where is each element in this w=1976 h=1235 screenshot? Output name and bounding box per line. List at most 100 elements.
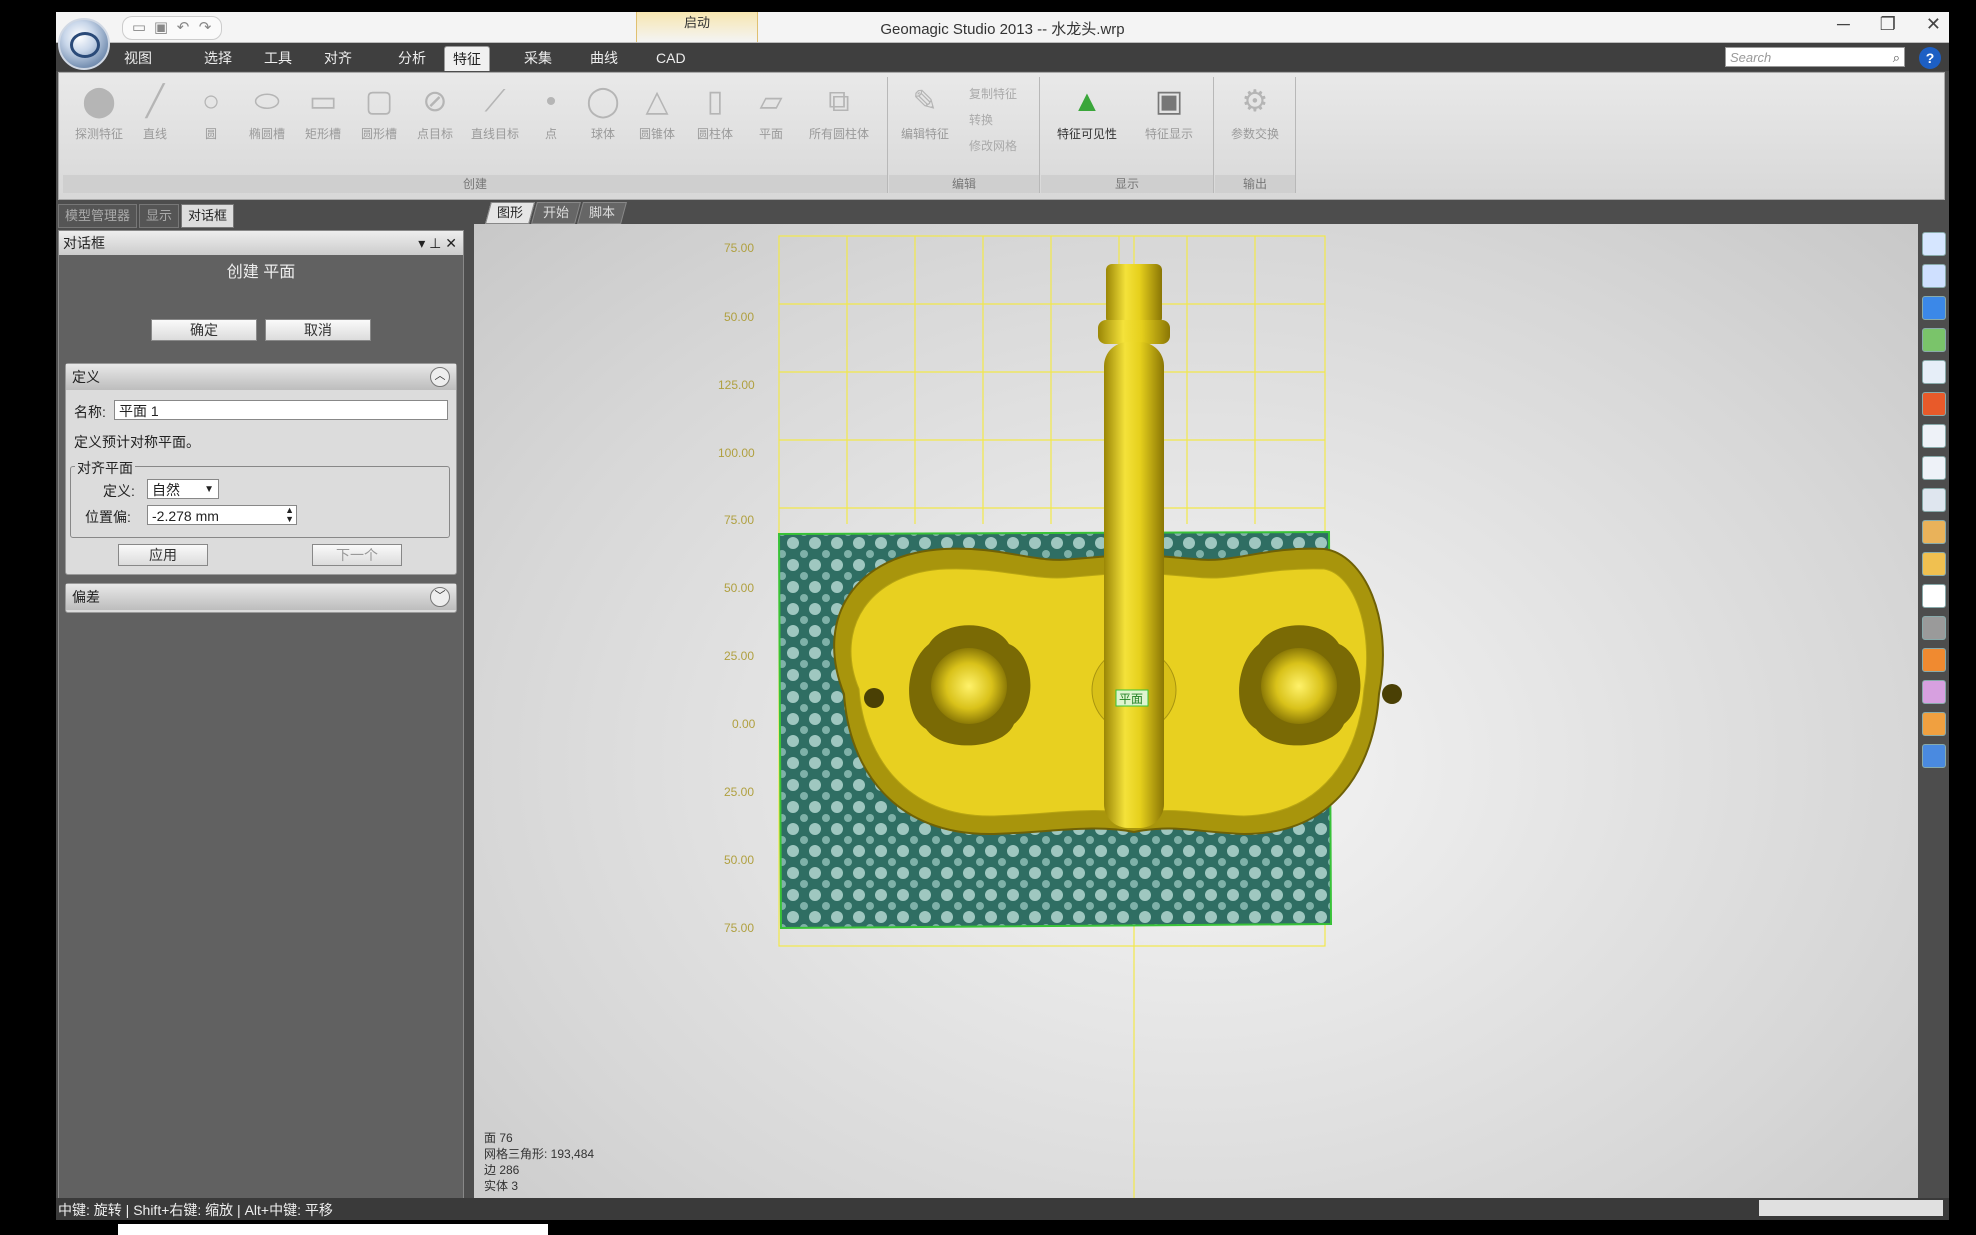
layer2-icon[interactable] <box>1922 680 1946 704</box>
stat-solids: 实体 3 <box>484 1179 519 1193</box>
offset-input[interactable]: -2.278 mm ▲ ▼ <box>147 505 297 525</box>
tab-model-manager[interactable]: 模型管理器 <box>58 204 138 228</box>
layer-icon[interactable] <box>1922 648 1946 672</box>
search-input[interactable]: Search ⌕ <box>1725 47 1905 67</box>
next-button[interactable]: 下一个 <box>312 544 402 566</box>
deviation-section: 偏差 ﹀ <box>65 583 457 613</box>
cancel-button[interactable]: 取消 <box>265 319 371 341</box>
axis-label: 50.00 <box>724 581 754 595</box>
pen-icon[interactable] <box>1922 488 1946 512</box>
tab-features[interactable]: 特征 <box>444 46 490 71</box>
search-icon[interactable]: ⌕ <box>1893 48 1900 68</box>
group-label-display: 显示 <box>1041 175 1213 193</box>
target-icon[interactable] <box>1922 392 1946 416</box>
panel-controls[interactable]: ▾ ⊥ ✕ <box>418 231 457 255</box>
point-button[interactable]: • 点 <box>523 85 579 142</box>
definition-section: 定义 ︿ 名称: 平面 1 定义预计对称平面。 对齐平面 定义: 自然 ▼ 位置… <box>65 363 457 575</box>
tab-display[interactable]: 显示 <box>139 204 180 228</box>
tab-tools[interactable]: 工具 <box>256 46 300 70</box>
offset-label: 位置偏: <box>85 509 131 525</box>
help-icon[interactable]: ? <box>1919 47 1941 69</box>
box-icon[interactable] <box>1922 296 1946 320</box>
axis-label: 100.00 <box>718 446 755 460</box>
cone-button[interactable]: △ 圆锥体 <box>629 85 685 142</box>
minimize-button[interactable]: ─ <box>1837 14 1850 35</box>
expand-icon[interactable]: ﹀ <box>430 587 450 607</box>
status-bar: 中键: 旋转 | Shift+右键: 缩放 | Alt+中键: 平移 <box>56 1198 1949 1220</box>
tab-start[interactable]: 开始 <box>531 202 581 224</box>
tab-align[interactable]: 对齐 <box>316 46 360 70</box>
panel-title: 对话框 <box>63 235 105 251</box>
modify-mesh-button[interactable]: 修改网格 <box>969 137 1017 154</box>
plane-feature-tag[interactable]: 平面 <box>1115 689 1149 707</box>
sphere-button[interactable]: ◯ 球体 <box>575 85 631 142</box>
view-icon[interactable] <box>1922 232 1946 256</box>
apply-button[interactable]: 应用 <box>118 544 208 566</box>
round-slot-button[interactable]: ▢ 圆形槽 <box>351 85 407 142</box>
3d-viewport[interactable]: 75.00 50.00 125.00 100.00 75.00 50.00 25… <box>474 224 1918 1202</box>
ribbon-group-output: ⚙ 参数交换 输出 <box>1215 77 1296 193</box>
all-cylinders-button[interactable]: ⧉ 所有圆柱体 <box>799 85 879 142</box>
convert-button[interactable]: 转换 <box>969 111 993 128</box>
feature-visibility-button[interactable]: ▲ 特征可见性 <box>1047 85 1127 142</box>
tab-view[interactable]: 视图 <box>116 46 160 70</box>
detect-features-button[interactable]: ⬤ 探测特征 <box>71 85 127 142</box>
ellipse-slot-button[interactable]: ⬭ 椭圆槽 <box>239 85 295 142</box>
feature-icon[interactable] <box>1922 328 1946 352</box>
group-label-create: 创建 <box>63 175 887 193</box>
viewport-tabs: 图形 开始 脚本 <box>485 202 627 224</box>
line-target-button[interactable]: ⟋ 直线目标 <box>467 85 523 142</box>
feature-display-button[interactable]: ▣ 特征显示 <box>1131 85 1207 142</box>
brush-icon[interactable] <box>1922 520 1946 544</box>
tab-cad[interactable]: CAD <box>648 46 694 70</box>
tab-capture[interactable]: 采集 <box>516 46 560 70</box>
lasso-icon[interactable] <box>1922 456 1946 480</box>
copy-feature-button[interactable]: 复制特征 <box>969 85 1017 102</box>
define-select[interactable]: 自然 ▼ <box>147 479 219 499</box>
point-target-button[interactable]: ⊘ 点目标 <box>407 85 463 142</box>
select-rect-icon[interactable] <box>1922 424 1946 448</box>
layer4-icon[interactable] <box>1922 744 1946 768</box>
tab-script[interactable]: 脚本 <box>577 202 627 224</box>
axis-labels: 75.00 50.00 125.00 100.00 75.00 50.00 25… <box>718 241 756 935</box>
spout-top <box>1106 264 1162 324</box>
tab-analysis[interactable]: 分析 <box>390 46 434 70</box>
collapse-icon[interactable]: ︿ <box>430 367 450 387</box>
zoom-icon[interactable] <box>1922 360 1946 384</box>
point-target-icon: ⊘ <box>422 85 448 118</box>
line-button[interactable]: ╱ 直线 <box>127 85 183 142</box>
cursor-icon[interactable] <box>1922 616 1946 640</box>
ribbon-group-create: ⬤ 探测特征 ╱ 直线 ○ 圆 ⬭ 椭圆槽 ▭ 矩形槽 ▢ 圆形槽 ⊘ 点目标 ⟋ 直线目标 •… <box>63 77 888 193</box>
tab-dialog[interactable]: 对话框 <box>181 204 235 228</box>
plane-button[interactable]: ▱ 平面 <box>743 85 799 142</box>
paint-icon[interactable] <box>1922 552 1946 576</box>
circle-button[interactable]: ○ 圆 <box>183 85 239 142</box>
edit-feature-button[interactable]: ✎ 编辑特征 <box>895 85 955 142</box>
rect-slot-button[interactable]: ▭ 矩形槽 <box>295 85 351 142</box>
spinner-icon[interactable]: ▲ ▼ <box>285 506 294 524</box>
right-toolbar <box>1918 224 1948 1202</box>
restore-button[interactable]: ❐ <box>1880 14 1896 35</box>
ok-button[interactable]: 确定 <box>151 319 257 341</box>
define-label: 定义: <box>103 483 135 499</box>
export-icon[interactable] <box>1922 584 1946 608</box>
rotate-icon[interactable] <box>1922 264 1946 288</box>
tab-graphics[interactable]: 图形 <box>485 202 535 224</box>
tab-select[interactable]: 选择 <box>196 46 240 70</box>
layer3-icon[interactable] <box>1922 712 1946 736</box>
group-label-edit: 编辑 <box>889 175 1039 193</box>
definition-header[interactable]: 定义 ︿ <box>66 364 456 390</box>
parametric-exchange-button[interactable]: ⚙ 参数交换 <box>1223 85 1287 142</box>
tab-curves[interactable]: 曲线 <box>582 46 626 70</box>
dialog-subtitle: 创建 平面 <box>226 264 296 281</box>
deviation-header[interactable]: 偏差 ﹀ <box>66 584 456 610</box>
axis-label: 75.00 <box>724 241 754 255</box>
cylinder-button[interactable]: ▯ 圆柱体 <box>687 85 743 142</box>
all-cylinders-icon: ⧉ <box>828 85 850 118</box>
stat-faces: 面 76 <box>484 1131 513 1145</box>
application-menu-button[interactable] <box>58 18 110 70</box>
detect-features-icon: ⬤ <box>82 85 116 118</box>
close-button[interactable]: ✕ <box>1926 14 1941 35</box>
definition-hint: 定义预计对称平面。 <box>74 434 200 450</box>
name-input[interactable]: 平面 1 <box>114 400 448 420</box>
